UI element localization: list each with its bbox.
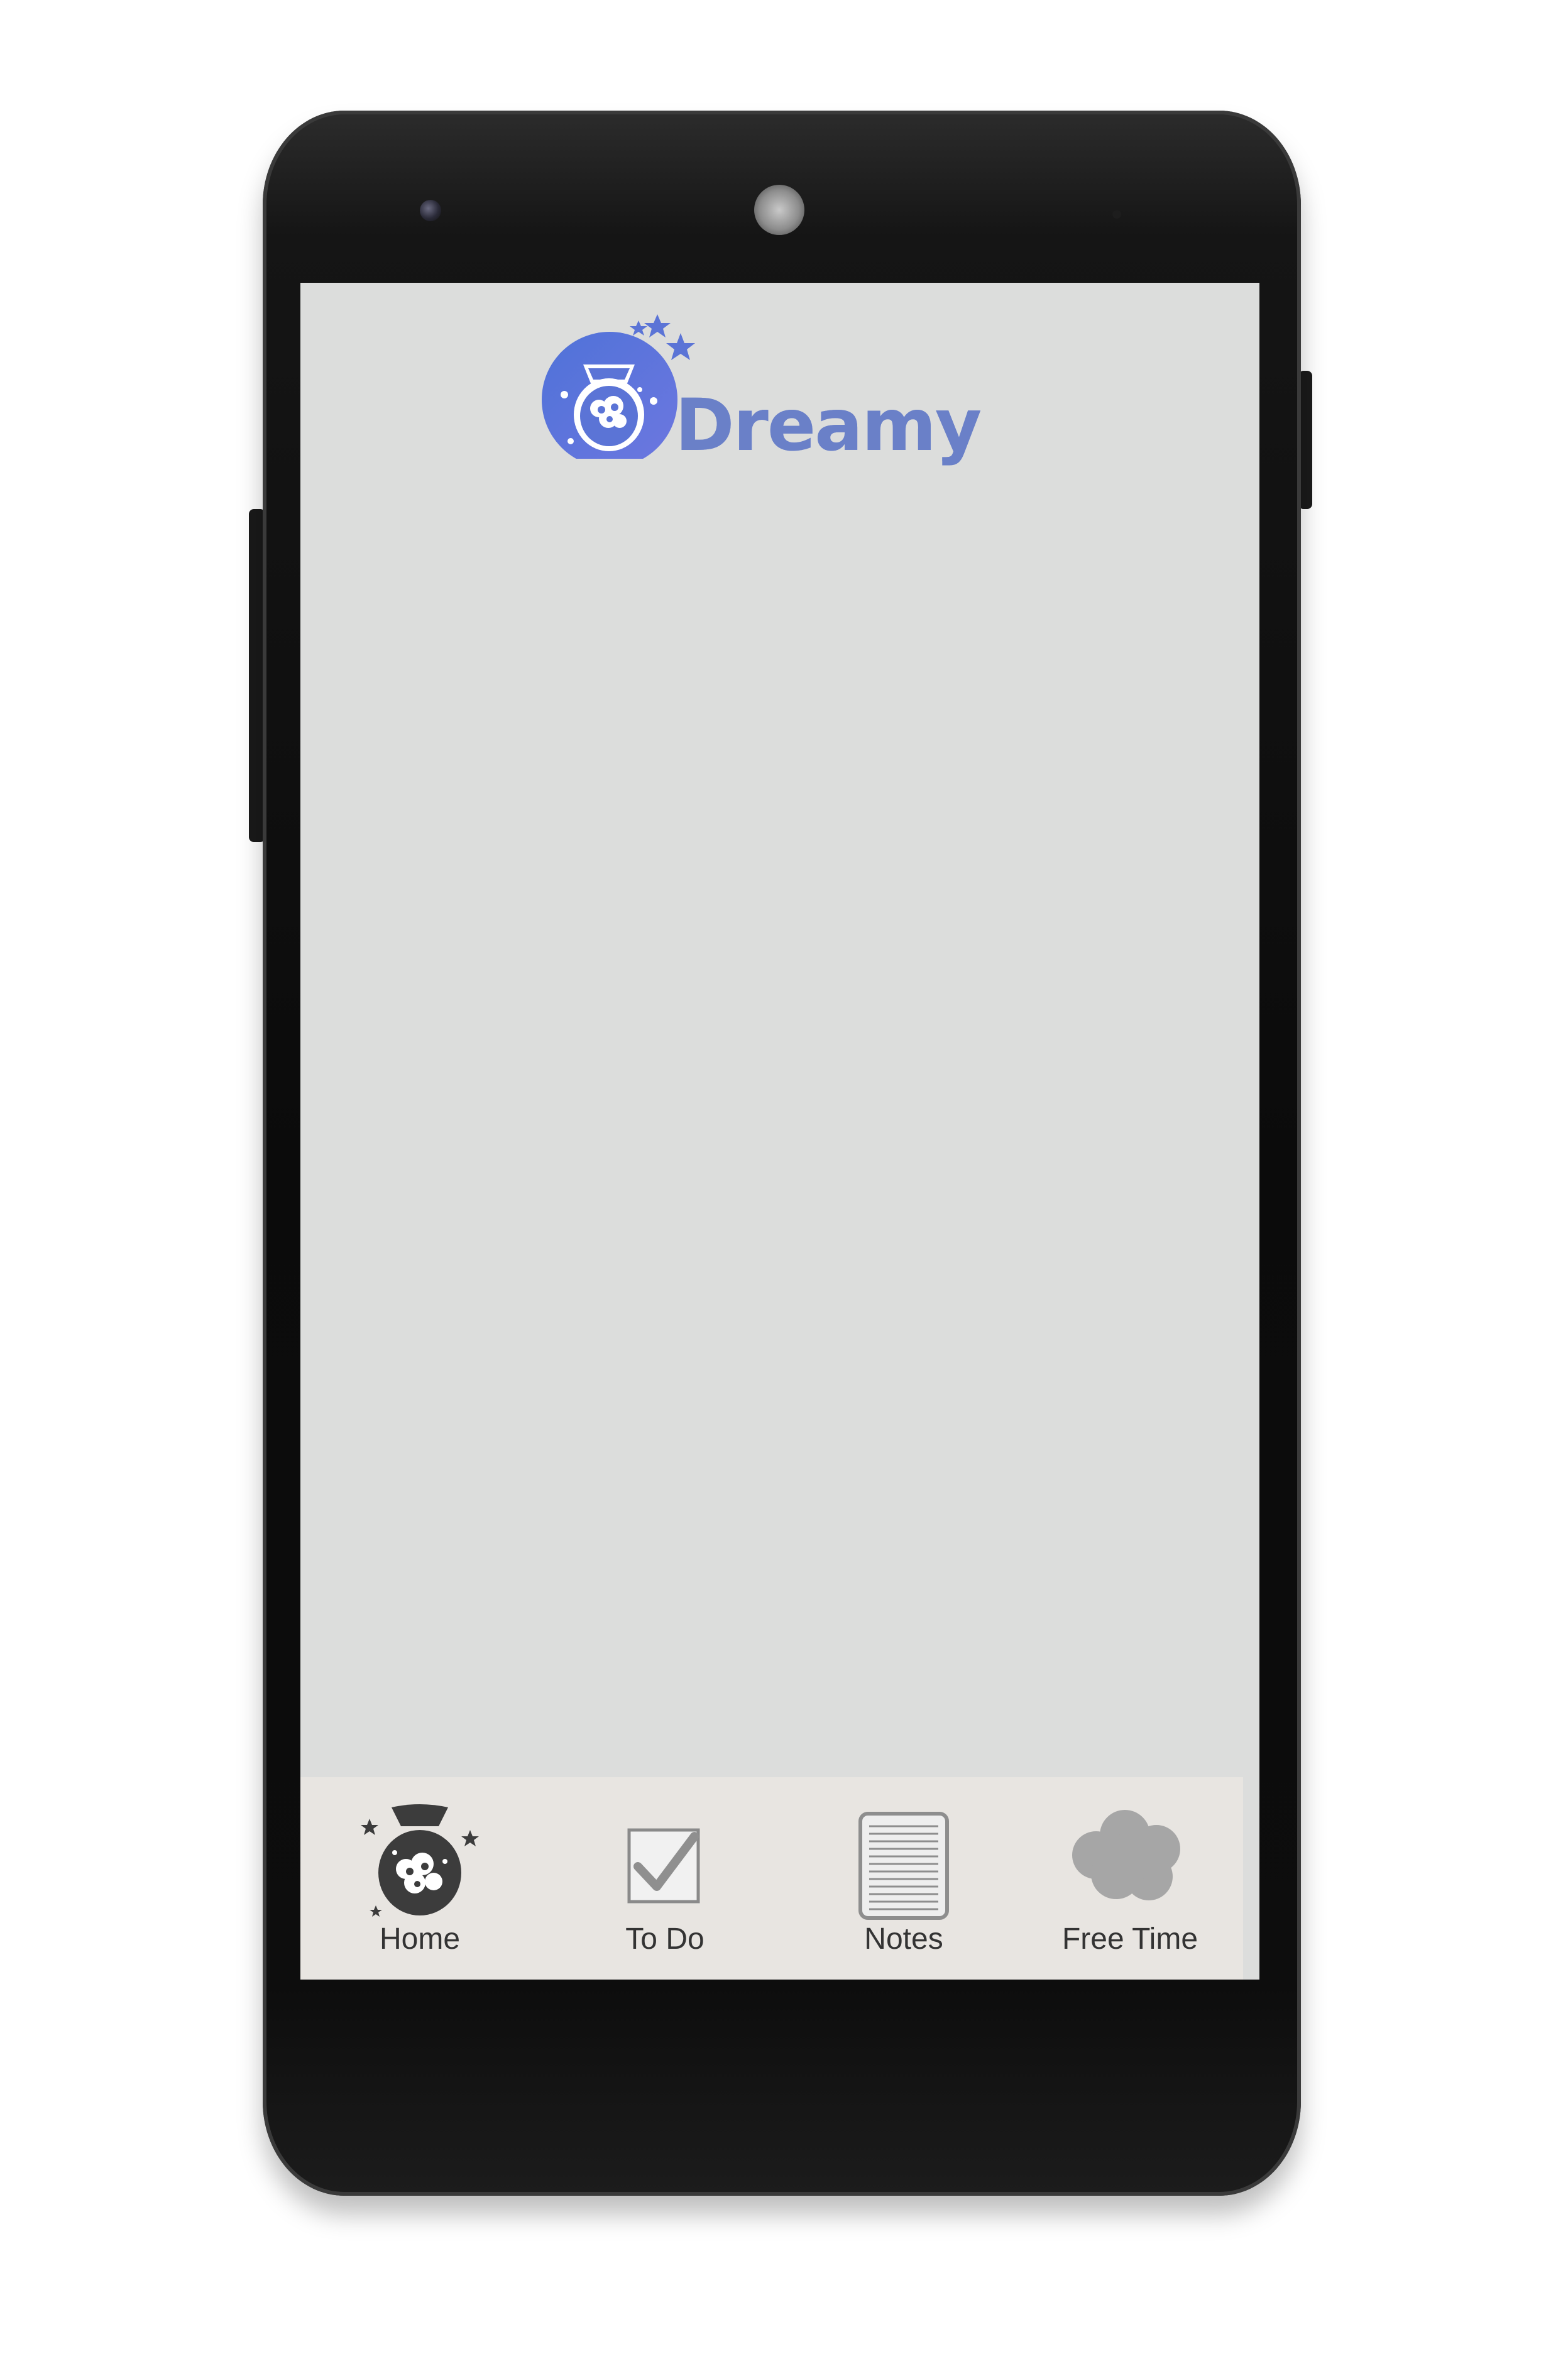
tab-label-freetime: Free Time: [1061, 1922, 1198, 1956]
tab-label-home: Home: [379, 1922, 461, 1956]
app-title: Dreamy: [675, 383, 982, 467]
app-header: Dreamy: [539, 295, 982, 467]
notepad-icon: [858, 1812, 949, 1920]
cloud-icon: [1072, 1810, 1180, 1900]
tab-notes[interactable]: Notes: [797, 1777, 1011, 1980]
tab-freetime[interactable]: Free Time: [1023, 1777, 1237, 1980]
tab-home[interactable]: Home: [313, 1777, 527, 1980]
proximity-sensor: [1112, 210, 1121, 219]
front-camera: [420, 200, 441, 221]
device-mockup: Dreamy Home To Do Notes Free Time: [0, 0, 1568, 2356]
app-screen: Dreamy Home To Do Notes Free Time: [300, 283, 1259, 1980]
tab-todo[interactable]: To Do: [558, 1777, 772, 1980]
checkbox-icon: [627, 1828, 700, 1904]
earpiece-speaker: [754, 185, 804, 235]
tab-label-notes: Notes: [864, 1922, 943, 1956]
tab-label-todo: To Do: [625, 1922, 705, 1956]
dream-jar-icon: [361, 1804, 479, 1917]
bottom-tab-bar: Home To Do Notes Free Time: [300, 1777, 1243, 1980]
